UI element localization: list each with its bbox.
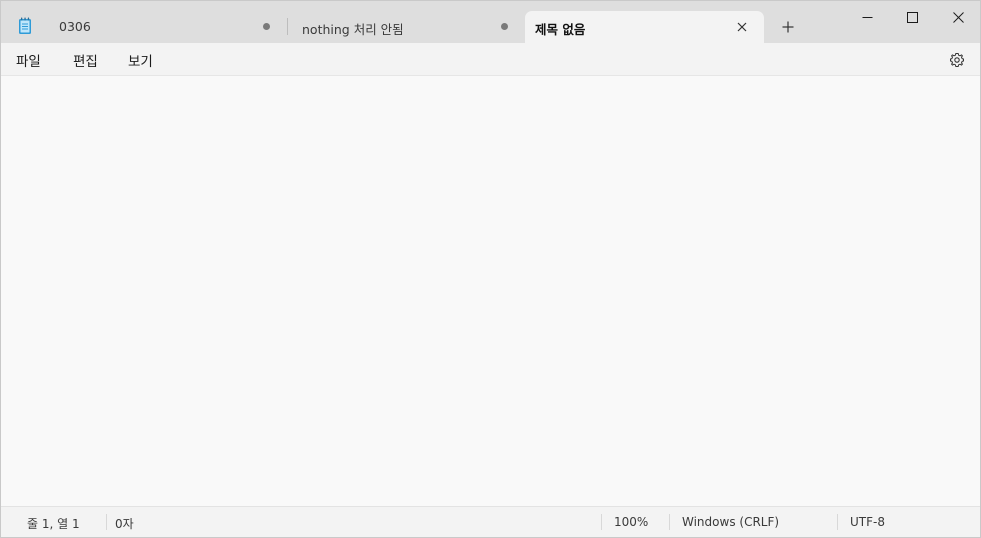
tab-nothing[interactable]: nothing 처리 안됨 [288,11,524,43]
line-ending[interactable]: Windows (CRLF) [682,515,779,529]
tab-0306[interactable]: 0306 [45,11,285,43]
tab-label: 0306 [59,19,91,34]
cursor-position: 줄 1, 열 1 [27,517,80,531]
tab-label: nothing 처리 안됨 [302,22,404,37]
menu-view[interactable]: 보기 [128,50,153,70]
minimize-icon[interactable] [844,1,890,33]
title-bar[interactable]: 0306 nothing 처리 안됨 제목 없음 [1,1,980,43]
status-bar: 줄 1, 열 1 0자 100% Windows (CRLF) UTF-8 [1,506,980,537]
tab-untitled[interactable]: 제목 없음 [525,11,764,43]
gear-icon[interactable] [947,50,967,70]
menu-bar: 파일 편집 보기 [1,43,980,76]
status-divider [601,514,602,530]
status-divider [669,514,670,530]
tab-label: 제목 없음 [535,22,586,37]
close-icon[interactable] [733,18,751,36]
notepad-icon [18,17,32,35]
status-divider [106,514,107,530]
plus-icon[interactable] [777,16,799,38]
status-divider [837,514,838,530]
menu-file[interactable]: 파일 [16,50,41,70]
character-count: 0자 [115,517,134,531]
encoding[interactable]: UTF-8 [850,515,885,529]
text-editor[interactable] [1,76,980,506]
unsaved-dot-icon[interactable] [501,23,508,30]
menu-edit[interactable]: 편집 [73,50,98,70]
unsaved-dot-icon[interactable] [263,23,270,30]
maximize-icon[interactable] [889,1,935,33]
zoom-level[interactable]: 100% [614,515,648,529]
close-window-icon[interactable] [935,1,981,33]
notepad-window: 0306 nothing 처리 안됨 제목 없음 파일 편집 보기 줄 1, 열… [0,0,981,538]
